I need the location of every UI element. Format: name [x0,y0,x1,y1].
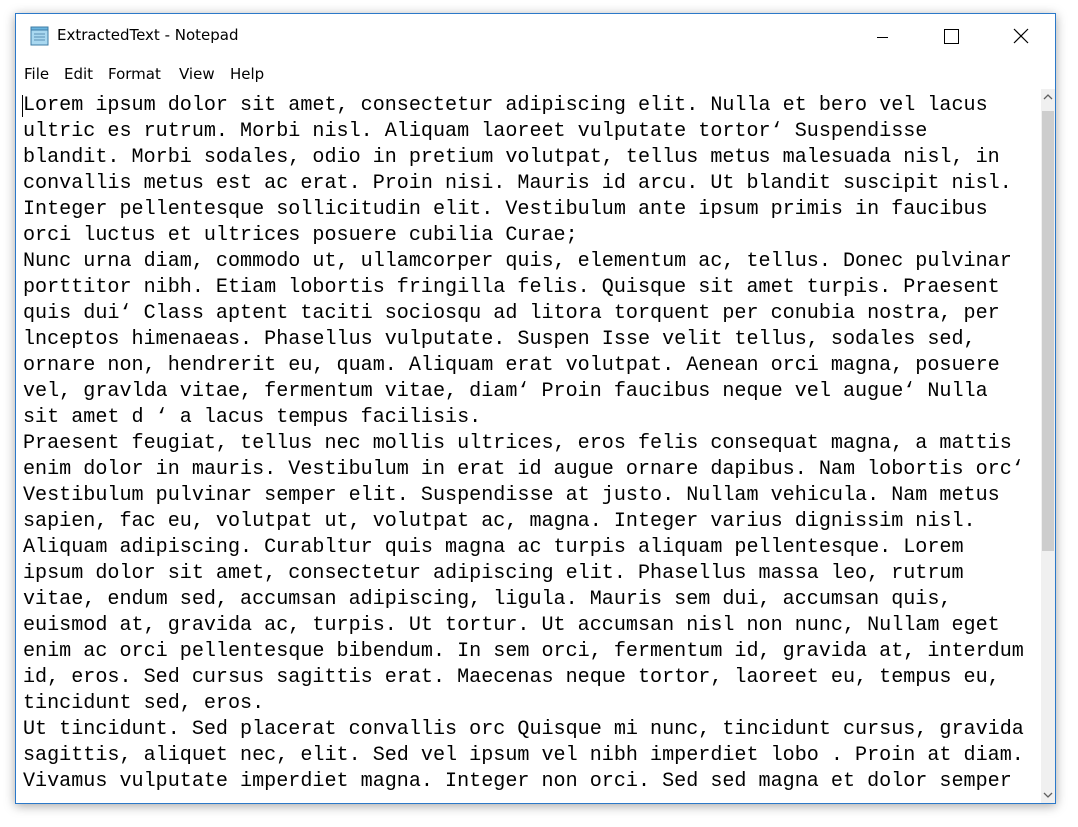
text-editor[interactable]: Lorem ipsum dolor sit amet, consectetur … [16,89,1041,803]
maximize-button[interactable] [917,14,986,59]
menu-file[interactable]: File [24,65,49,83]
window-title: ExtractedText - Notepad [57,26,239,44]
menu-edit[interactable]: Edit [64,65,93,83]
chevron-down-icon [1043,792,1053,798]
menu-format[interactable]: Format [108,65,161,83]
title-bar[interactable]: ExtractedText - Notepad [16,14,1055,59]
scroll-down-button[interactable] [1041,786,1055,803]
scroll-thumb[interactable] [1042,111,1054,551]
vertical-scrollbar[interactable] [1041,89,1055,803]
maximize-icon [944,29,959,44]
minimize-icon [877,37,888,38]
close-icon [1013,28,1029,44]
notepad-window: ExtractedText - Notepad File Edit Format… [15,13,1056,804]
close-button[interactable] [986,14,1055,59]
notepad-icon[interactable] [29,26,51,46]
chevron-up-icon [1043,94,1053,100]
scroll-up-button[interactable] [1041,89,1055,106]
menu-help[interactable]: Help [230,65,264,83]
minimize-button[interactable] [848,14,917,59]
menu-bar: File Edit Format View Help [16,60,1055,86]
menu-view[interactable]: View [179,65,215,83]
text-caret [22,95,23,117]
editor-content[interactable]: Lorem ipsum dolor sit amet, consectetur … [23,93,1024,795]
